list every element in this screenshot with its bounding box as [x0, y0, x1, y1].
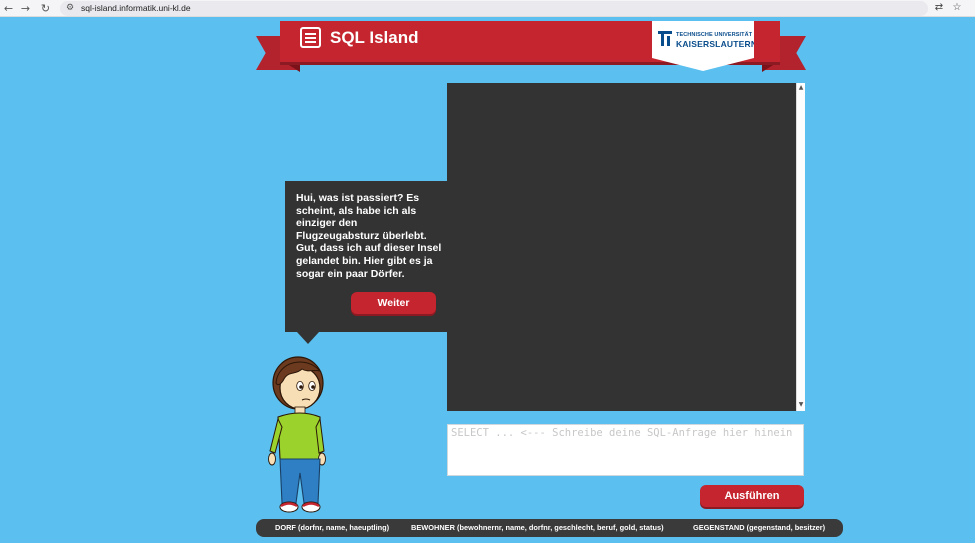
- arrow-right-icon[interactable]: →: [19, 2, 32, 15]
- dialog-text: Hui, was ist passiert? Es scheint, als h…: [296, 192, 442, 280]
- site-settings-icon[interactable]: ⚙: [66, 2, 74, 15]
- schema-table-dorf[interactable]: DORF (dorfnr, name, haeuptling): [275, 519, 389, 537]
- app-title: SQL Island: [330, 28, 419, 47]
- university-name-line2: KAISERSLAUTERN: [676, 39, 758, 49]
- sql-query-input[interactable]: [447, 424, 804, 476]
- browser-toolbar: ← → ↻ ⚙ sql-island.informatik.uni-kl.de …: [0, 0, 975, 17]
- arrow-left-icon[interactable]: ←: [2, 2, 15, 15]
- menu-icon[interactable]: [300, 27, 321, 48]
- schema-table-gegenstand[interactable]: GEGENSTAND (gegenstand, besitzer): [693, 519, 825, 537]
- schema-table-bewohner[interactable]: BEWOHNER (bewohnernr, name, dorfnr, gesc…: [411, 519, 664, 537]
- query-output-panel: [447, 83, 796, 411]
- url-text: sql-island.informatik.uni-kl.de: [81, 3, 191, 13]
- reload-icon[interactable]: ↻: [39, 2, 52, 15]
- tu-logo-icon: [658, 31, 672, 46]
- speech-bubble-tail: [297, 332, 319, 344]
- translate-icon[interactable]: ⇄: [932, 1, 946, 15]
- run-query-button[interactable]: Ausführen: [700, 485, 804, 507]
- scroll-down-icon[interactable]: ▼: [797, 401, 805, 409]
- scroll-up-icon[interactable]: ▲: [797, 84, 805, 92]
- speech-bubble: Hui, was ist passiert? Es scheint, als h…: [285, 181, 447, 332]
- character-avatar: [268, 356, 326, 513]
- next-button[interactable]: Weiter: [351, 292, 436, 314]
- bookmark-star-icon[interactable]: ☆: [950, 1, 964, 15]
- output-scrollbar[interactable]: ▲ ▼: [796, 83, 805, 411]
- university-logo[interactable]: TECHNISCHE UNIVERSITÄT KAISERSLAUTERN: [652, 21, 754, 71]
- address-bar[interactable]: ⚙ sql-island.informatik.uni-kl.de: [60, 1, 928, 16]
- schema-bar: DORF (dorfnr, name, haeuptling) BEWOHNER…: [256, 519, 843, 537]
